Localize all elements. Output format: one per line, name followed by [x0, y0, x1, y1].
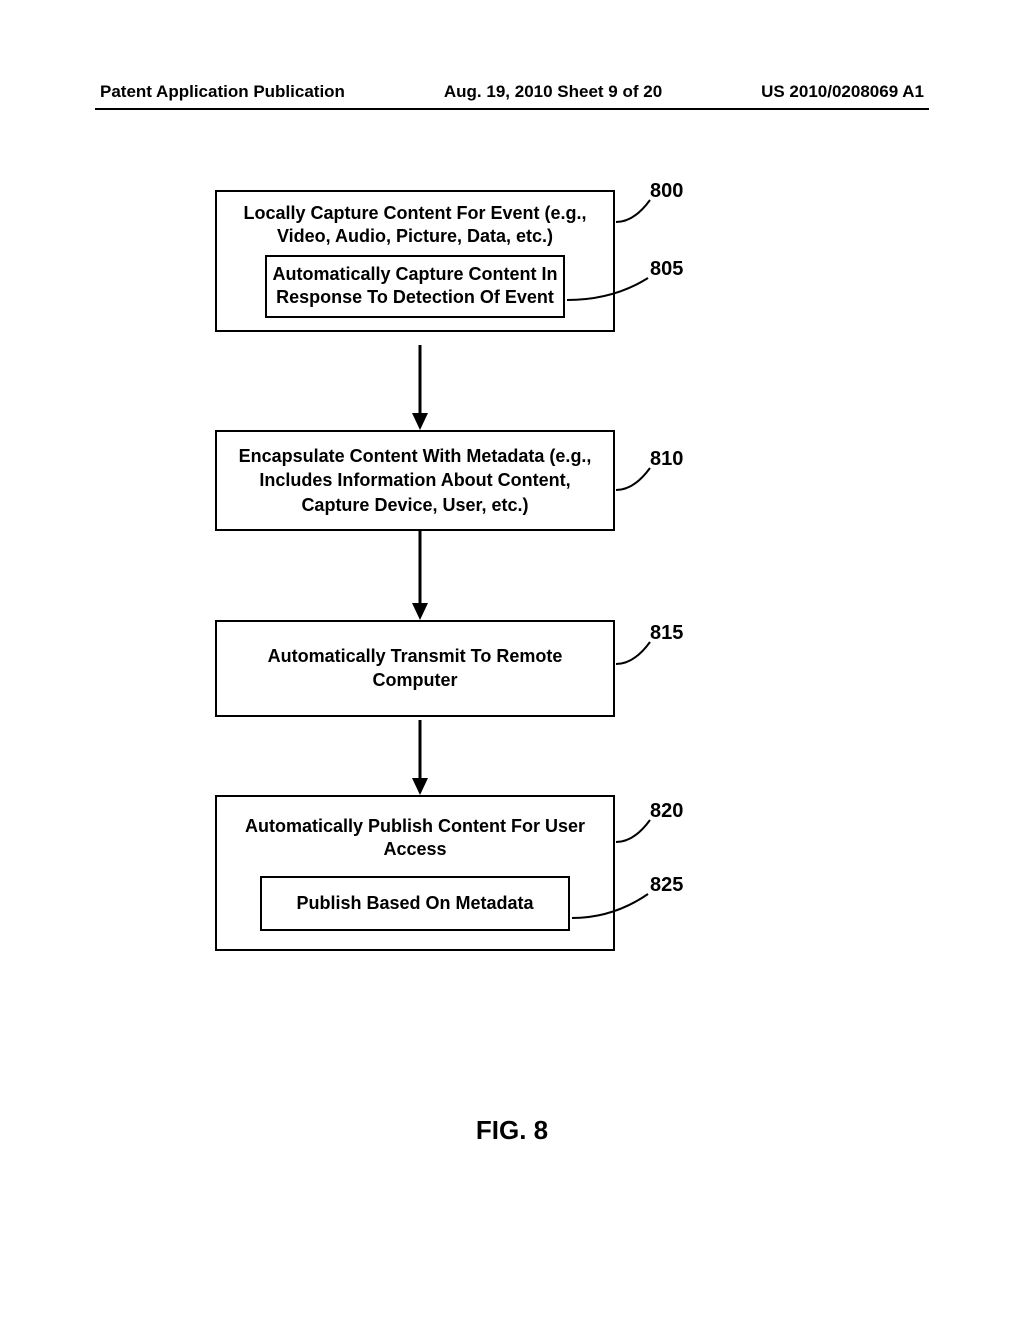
leader-line-820: [612, 814, 657, 854]
leader-line-800: [612, 194, 657, 234]
flowchart-node-815: Automatically Transmit To Remote Compute…: [215, 620, 615, 717]
page-header: Patent Application Publication Aug. 19, …: [100, 82, 924, 102]
leader-line-810: [612, 462, 657, 502]
header-date-sheet: Aug. 19, 2010 Sheet 9 of 20: [444, 82, 662, 102]
node-825-text: Publish Based On Metadata: [296, 893, 533, 913]
header-publication-type: Patent Application Publication: [100, 82, 345, 102]
header-divider: [95, 108, 929, 110]
node-820-text: Automatically Publish Content For User A…: [225, 815, 605, 862]
node-805-text: Automatically Capture Content In Respons…: [272, 264, 557, 307]
node-800-text: Locally Capture Content For Event (e.g.,…: [225, 202, 605, 249]
header-publication-number: US 2010/0208069 A1: [761, 82, 924, 102]
arrow-800-to-810: [410, 345, 430, 435]
flowchart-node-820: Automatically Publish Content For User A…: [215, 795, 615, 951]
leader-line-805: [563, 272, 658, 312]
arrow-815-to-820: [410, 720, 430, 800]
node-815-text: Automatically Transmit To Remote Compute…: [268, 646, 563, 690]
flowchart-node-810: Encapsulate Content With Metadata (e.g.,…: [215, 430, 615, 531]
flowchart-node-805: Automatically Capture Content In Respons…: [265, 255, 565, 318]
leader-line-825: [568, 888, 658, 928]
leader-line-815: [612, 636, 657, 676]
node-810-text: Encapsulate Content With Metadata (e.g.,…: [239, 446, 592, 515]
figure-label: FIG. 8: [0, 1115, 1024, 1146]
arrow-810-to-815: [410, 530, 430, 625]
flowchart-node-825: Publish Based On Metadata: [260, 876, 570, 931]
flowchart-node-800: Locally Capture Content For Event (e.g.,…: [215, 190, 615, 332]
